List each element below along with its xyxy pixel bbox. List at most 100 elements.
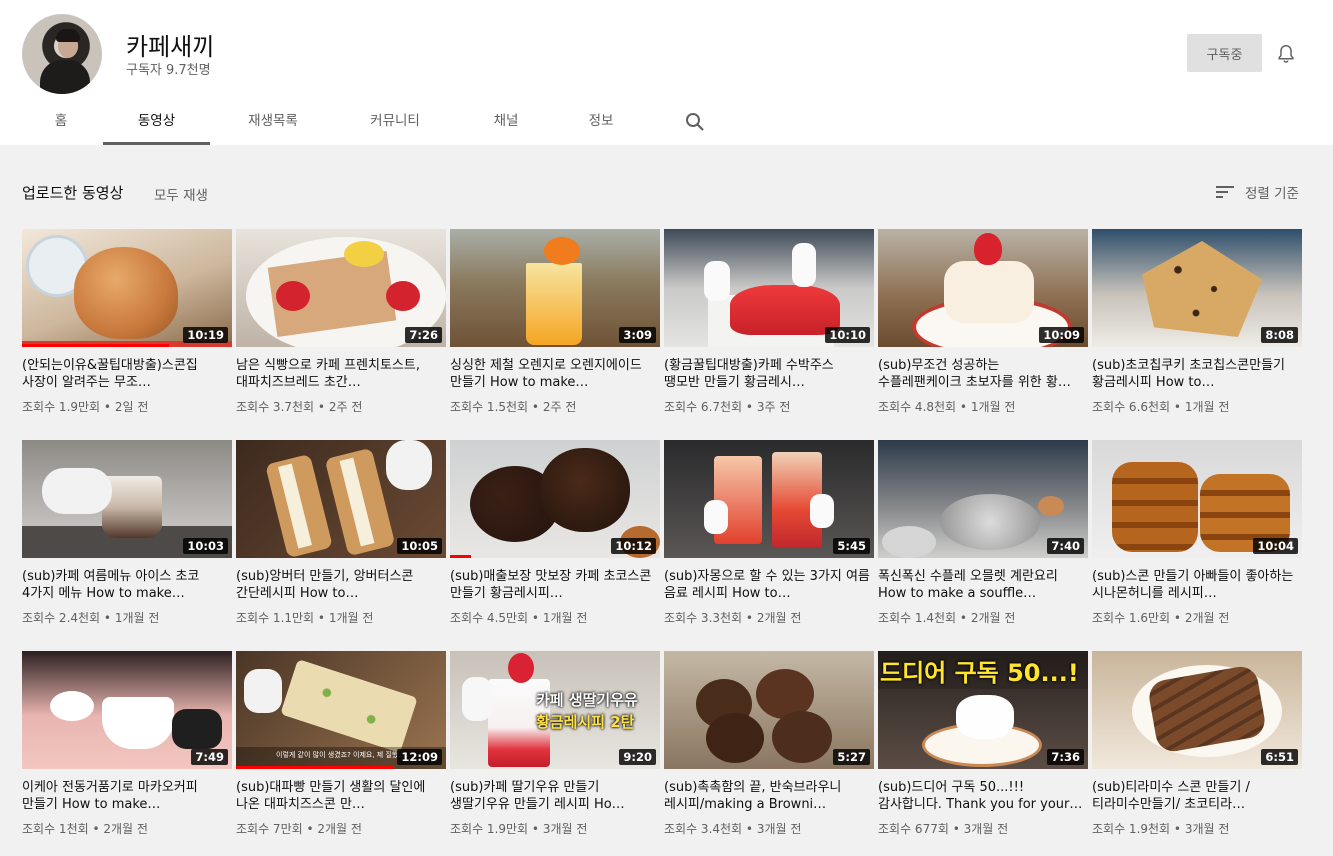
video-thumbnail[interactable]: 카페 생딸기우유 황금레시피 2탄 9:20: [450, 651, 660, 769]
search-icon[interactable]: [683, 110, 707, 134]
video-thumbnail[interactable]: 10:03: [22, 440, 232, 558]
play-all-link[interactable]: 모두 재생: [154, 184, 208, 204]
video-title[interactable]: (sub)자몽으로 할 수 있는 3가지 여름 음료 레시피 How to…: [664, 568, 874, 602]
video-card[interactable]: 10:03 (sub)카페 여름메뉴 아이스 초코 4가지 메뉴 How to …: [22, 440, 232, 626]
thumbnail-caption: 이렇게 같이 많이 생겼죠? 이제요, 제 질했...: [276, 751, 406, 759]
video-thumbnail[interactable]: 7:26: [236, 229, 446, 347]
video-card[interactable]: 드디어 구독 50...! 7:36 (sub)드디어 구독 50...!!! …: [878, 651, 1088, 837]
video-thumbnail[interactable]: 5:27: [664, 651, 874, 769]
view-count: 조회수 4.8천회: [878, 400, 957, 414]
video-thumbnail[interactable]: 6:51: [1092, 651, 1302, 769]
video-thumbnail[interactable]: 10:19: [22, 229, 232, 347]
view-count: 조회수 6.7천회: [664, 400, 743, 414]
video-title[interactable]: (sub)초코칩쿠키 초코칩스콘만들기 황금레시피 How to…: [1092, 357, 1302, 391]
bell-icon[interactable]: [1275, 42, 1297, 66]
video-title[interactable]: 남은 식빵으로 카페 프렌치토스트, 대파치즈브레드 초간…: [236, 357, 446, 391]
video-title[interactable]: (황금꿀팁대방출)카페 수박주스 땡모반 만들기 황금레시…: [664, 357, 874, 391]
video-title[interactable]: (sub)카페 딸기우유 만들기 생딸기우유 만들기 레시피 Ho…: [450, 779, 660, 813]
upload-age: 2개월 전: [103, 822, 148, 836]
video-title[interactable]: (sub)촉촉함의 끝, 반숙브라우니 레시피/making a Browni…: [664, 779, 874, 813]
upload-age: 3개월 전: [756, 822, 802, 836]
upload-age: 1개월 전: [542, 611, 588, 625]
tab-videos[interactable]: 동영상: [103, 100, 210, 145]
channel-avatar[interactable]: [22, 14, 102, 94]
video-card[interactable]: 10:04 (sub)스콘 만들기 아빠들이 좋아하는 시나몬허니를 레시피… …: [1092, 440, 1302, 626]
view-count: 조회수 3.7천회: [236, 400, 315, 414]
video-card[interactable]: 10:10 (황금꿀팁대방출)카페 수박주스 땡모반 만들기 황금레시… 조회수…: [664, 229, 874, 415]
video-title[interactable]: (sub)대파빵 만들기 생활의 달인에 나온 대파치즈스콘 만…: [236, 779, 446, 813]
view-count: 조회수 1.9만회: [22, 400, 101, 414]
channel-name: 카페새끼: [126, 33, 215, 61]
video-thumbnail[interactable]: 10:10: [664, 229, 874, 347]
thumbnail-headline: 드디어 구독 50...!: [880, 659, 1079, 687]
subscriber-count: 구독자 9.7천명: [126, 63, 211, 78]
video-duration: 7:36: [1047, 749, 1084, 765]
upload-age: 1개월 전: [114, 611, 160, 625]
video-duration: 7:40: [1047, 538, 1084, 554]
video-thumbnail[interactable]: 7:49: [22, 651, 232, 769]
video-thumbnail[interactable]: 10:05: [236, 440, 446, 558]
video-card[interactable]: 7:49 이케아 전동거품기로 마카오커피 만들기 How to make… 조…: [22, 651, 232, 837]
video-card[interactable]: 3:09 싱싱한 제철 오렌지로 오렌지에이드 만들기 How to make……: [450, 229, 660, 415]
sort-icon: [1216, 186, 1234, 198]
tab-playlists[interactable]: 재생목록: [232, 100, 314, 145]
video-card[interactable]: 5:45 (sub)자몽으로 할 수 있는 3가지 여름 음료 레시피 How …: [664, 440, 874, 626]
video-card[interactable]: 10:19 (안되는이유&꿀팁대방출)스콘집 사장이 알려주는 무조… 조회수 …: [22, 229, 232, 415]
video-title[interactable]: 폭신폭신 수플레 오믈렛 계란요리 How to make a souffle…: [878, 568, 1088, 602]
upload-age: 3개월 전: [963, 822, 1009, 836]
video-title[interactable]: (sub)앙버터 만들기, 앙버터스콘 간단레시피 How to…: [236, 568, 446, 602]
video-card[interactable]: 카페 생딸기우유 황금레시피 2탄 9:20 (sub)카페 딸기우유 만들기 …: [450, 651, 660, 837]
video-card[interactable]: 10:09 (sub)무조건 성공하는 수플레팬케이크 초보자를 위한 황… 조…: [878, 229, 1088, 415]
video-thumbnail[interactable]: 5:45: [664, 440, 874, 558]
video-card[interactable]: 6:51 (sub)티라미수 스콘 만들기 / 티라미수만들기/ 초코티라… 조…: [1092, 651, 1302, 837]
video-title[interactable]: (sub)티라미수 스콘 만들기 / 티라미수만들기/ 초코티라…: [1092, 779, 1302, 813]
tab-community[interactable]: 커뮤니티: [355, 100, 435, 145]
sort-button[interactable]: 정렬 기준: [1215, 181, 1299, 203]
video-title[interactable]: 이케아 전동거품기로 마카오커피 만들기 How to make…: [22, 779, 232, 813]
video-title[interactable]: (sub)무조건 성공하는 수플레팬케이크 초보자를 위한 황…: [878, 357, 1088, 391]
video-meta: 조회수 1.4천회 • 2개월 전: [878, 611, 1016, 625]
video-title[interactable]: (sub)스콘 만들기 아빠들이 좋아하는 시나몬허니를 레시피…: [1092, 568, 1302, 602]
video-thumbnail[interactable]: 8:08: [1092, 229, 1302, 347]
video-thumbnail[interactable]: 이렇게 같이 많이 생겼죠? 이제요, 제 질했... 12:09: [236, 651, 446, 769]
video-title[interactable]: (sub)드디어 구독 50...!!! 감사합니다. Thank you fo…: [878, 779, 1088, 813]
video-thumbnail[interactable]: 드디어 구독 50...! 7:36: [878, 651, 1088, 769]
video-meta: 조회수 3.7천회 • 2주 전: [236, 400, 363, 414]
video-card[interactable]: 이렇게 같이 많이 생겼죠? 이제요, 제 질했... 12:09 (sub)대…: [236, 651, 446, 837]
video-thumbnail[interactable]: 7:40: [878, 440, 1088, 558]
video-duration: 3:09: [619, 327, 656, 343]
video-card[interactable]: 5:27 (sub)촉촉함의 끝, 반숙브라우니 레시피/making a Br…: [664, 651, 874, 837]
video-title[interactable]: (sub)카페 여름메뉴 아이스 초코 4가지 메뉴 How to make…: [22, 568, 232, 602]
video-card[interactable]: 10:12 (sub)매출보장 맛보장 카페 초코스콘 만들기 황금레시피… 조…: [450, 440, 660, 626]
view-count: 조회수 1.9천회: [1092, 822, 1171, 836]
view-count: 조회수 1.5천회: [450, 400, 529, 414]
video-thumbnail[interactable]: 10:04: [1092, 440, 1302, 558]
view-count: 조회수 1천회: [22, 822, 89, 836]
video-duration: 9:20: [619, 749, 656, 765]
video-meta: 조회수 4.8천회 • 1개월 전: [878, 400, 1016, 414]
subscribed-button[interactable]: 구독중: [1187, 34, 1262, 72]
video-card[interactable]: 8:08 (sub)초코칩쿠키 초코칩스콘만들기 황금레시피 How to… 조…: [1092, 229, 1302, 415]
section-title: 업로드한 동영상: [22, 184, 124, 202]
video-title[interactable]: (sub)매출보장 맛보장 카페 초코스콘 만들기 황금레시피…: [450, 568, 660, 602]
video-meta: 조회수 1.9만회 • 3개월 전: [450, 822, 588, 836]
tab-about[interactable]: 정보: [575, 100, 627, 145]
video-title[interactable]: (안되는이유&꿀팁대방출)스콘집 사장이 알려주는 무조…: [22, 357, 232, 391]
video-card[interactable]: 10:05 (sub)앙버터 만들기, 앙버터스콘 간단레시피 How to… …: [236, 440, 446, 626]
tab-channels[interactable]: 채널: [480, 100, 532, 145]
video-meta: 조회수 1.5천회 • 2주 전: [450, 400, 577, 414]
video-meta: 조회수 1천회 • 2개월 전: [22, 822, 148, 836]
view-count: 조회수 1.9만회: [450, 822, 529, 836]
video-title[interactable]: 싱싱한 제철 오렌지로 오렌지에이드 만들기 How to make…: [450, 357, 660, 391]
video-duration: 5:45: [833, 538, 870, 554]
video-card[interactable]: 7:26 남은 식빵으로 카페 프렌치토스트, 대파치즈브레드 초간… 조회수 …: [236, 229, 446, 415]
upload-age: 1개월 전: [1184, 400, 1230, 414]
video-thumbnail[interactable]: 3:09: [450, 229, 660, 347]
avatar-figure: [40, 60, 90, 94]
video-card[interactable]: 7:40 폭신폭신 수플레 오믈렛 계란요리 How to make a sou…: [878, 440, 1088, 626]
tab-home[interactable]: 홈: [39, 100, 83, 145]
sort-label: 정렬 기준: [1245, 186, 1299, 202]
view-count: 조회수 1.1만회: [236, 611, 315, 625]
video-thumbnail[interactable]: 10:12: [450, 440, 660, 558]
video-thumbnail[interactable]: 10:09: [878, 229, 1088, 347]
